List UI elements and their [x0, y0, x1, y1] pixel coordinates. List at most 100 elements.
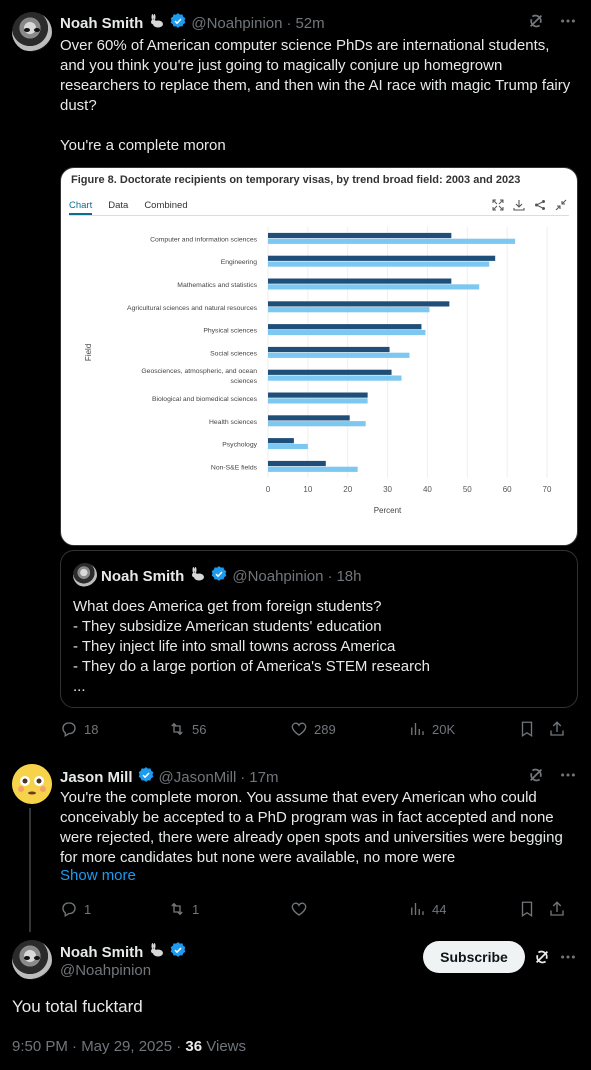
- tab-combined[interactable]: Combined: [144, 200, 187, 215]
- x-tick-label: 30: [383, 485, 392, 494]
- author-handle[interactable]: @Noahpinion: [191, 15, 282, 32]
- reply-button[interactable]: 1: [60, 900, 168, 918]
- views-icon: [411, 723, 424, 735]
- views-label: Views: [202, 1038, 247, 1055]
- post-datetime[interactable]: 9:50 PM · May 29, 2025 ·: [12, 1038, 185, 1055]
- category-label: Computer and information sciences: [150, 236, 258, 243]
- share-icon[interactable]: [534, 198, 546, 216]
- subscribe-button[interactable]: Subscribe: [423, 941, 525, 973]
- bookmark-button[interactable]: [518, 720, 548, 738]
- dot-separator: ·: [327, 568, 333, 585]
- chart-title: Figure 8. Doctorate recipients on tempor…: [71, 174, 521, 186]
- category-label: Engineering: [221, 259, 257, 266]
- post-time[interactable]: 52m: [295, 15, 324, 32]
- bar-2023: [268, 398, 368, 404]
- verified-badge-icon[interactable]: [169, 941, 187, 964]
- verified-badge-icon[interactable]: [169, 12, 187, 35]
- category-label: Non-S&E fields: [211, 464, 258, 471]
- reply-icon: [62, 902, 76, 917]
- avatar-eye: [34, 956, 40, 960]
- views-icon: [411, 903, 424, 915]
- rabbit-icon: [149, 942, 165, 963]
- post-header: Jason Mill @JasonMill · 17m: [60, 766, 278, 789]
- grok-icon[interactable]: [527, 12, 545, 35]
- post-jason[interactable]: Jason Mill @JasonMill · 17m You're the c…: [0, 752, 591, 932]
- bar-2003: [268, 438, 294, 444]
- repost-count: 1: [192, 901, 200, 917]
- like-count: 289: [314, 721, 336, 737]
- main-post-text: You total fucktard: [12, 997, 143, 1016]
- quote-avatar[interactable]: [73, 563, 97, 587]
- avatar[interactable]: [12, 12, 52, 52]
- collapse-icon[interactable]: [555, 198, 567, 216]
- author-name[interactable]: Jason Mill: [60, 769, 133, 786]
- chart-image[interactable]: Figure 8. Doctorate recipients on tempor…: [60, 167, 578, 546]
- category-label: sciences: [231, 378, 258, 385]
- tab-data[interactable]: Data: [108, 200, 128, 215]
- share-button[interactable]: [548, 900, 568, 918]
- avatar[interactable]: [12, 940, 52, 980]
- repost-icon: [171, 902, 183, 916]
- bar-2023: [268, 421, 366, 427]
- views-button[interactable]: 20K: [408, 720, 518, 738]
- reply-button[interactable]: 18: [60, 720, 168, 738]
- avatar[interactable]: [12, 764, 52, 804]
- bookmark-button[interactable]: [518, 900, 548, 918]
- x-tick-label: 60: [503, 485, 512, 494]
- like-button[interactable]: 289: [290, 720, 408, 738]
- repost-button[interactable]: 1: [168, 900, 290, 918]
- category-label: Health sciences: [209, 419, 258, 426]
- verified-badge-icon[interactable]: [137, 766, 155, 789]
- more-options-icon[interactable]: [559, 948, 577, 971]
- flushed-face-icon: [12, 764, 52, 804]
- share-button[interactable]: [548, 720, 568, 738]
- quote-time: 18h: [336, 568, 362, 585]
- category-label: Mathematics and statistics: [177, 282, 257, 289]
- show-more-link[interactable]: Show more: [60, 867, 136, 884]
- quoted-post[interactable]: Noah Smith @Noahpinion · 18h What does A…: [60, 550, 578, 708]
- more-options-icon[interactable]: [559, 12, 577, 35]
- author-name[interactable]: Noah Smith: [60, 944, 143, 961]
- author-handle[interactable]: @JasonMill: [159, 769, 237, 786]
- bar-2023: [268, 261, 490, 267]
- bookmark-icon: [521, 901, 533, 918]
- heart-icon: [291, 902, 307, 916]
- tab-chart[interactable]: Chart: [69, 200, 93, 215]
- post-actions: 1 1 44: [60, 900, 575, 918]
- more-options-icon[interactable]: [559, 766, 577, 789]
- y-axis-label: Field: [84, 344, 93, 361]
- bar-2023: [268, 375, 402, 381]
- bar-2003: [268, 392, 368, 398]
- bar-2003: [268, 415, 350, 421]
- post-header: Noah Smith @Noahpinion · 52m: [60, 12, 325, 35]
- views-button[interactable]: 44: [408, 900, 518, 918]
- rabbit-icon: [190, 566, 206, 587]
- x-axis-label: Percent: [374, 506, 402, 515]
- post-noah-1[interactable]: Noah Smith @Noahpinion · 52m Over 60% of…: [0, 0, 591, 752]
- views-count: 20K: [432, 721, 456, 737]
- header-icons: [527, 766, 577, 789]
- bar-2023: [268, 352, 410, 358]
- x-tick-label: 50: [463, 485, 472, 494]
- bar-2023: [268, 238, 516, 244]
- repost-button[interactable]: 56: [168, 720, 290, 738]
- author-handle[interactable]: @Noahpinion: [60, 962, 151, 979]
- grok-icon[interactable]: [533, 948, 551, 971]
- dot-separator: ·: [286, 15, 292, 32]
- expand-icon[interactable]: [492, 198, 504, 216]
- x-tick-label: 10: [303, 485, 312, 494]
- like-button[interactable]: [290, 900, 408, 918]
- chart-toolbar: [492, 198, 567, 216]
- quote-header: Noah Smith @Noahpinion · 18h: [101, 565, 362, 588]
- author-name[interactable]: Noah Smith: [60, 15, 143, 32]
- views-count: 36: [185, 1038, 203, 1055]
- bar-2003: [268, 460, 326, 467]
- post-text: You're the complete moron. You assume th…: [60, 789, 563, 866]
- grok-icon[interactable]: [527, 766, 545, 789]
- repost-icon: [171, 722, 183, 736]
- verified-badge-icon: [210, 565, 228, 588]
- download-icon[interactable]: [513, 198, 525, 216]
- post-time[interactable]: 17m: [249, 769, 278, 786]
- x-tick-label: 40: [423, 485, 432, 494]
- avatar-eye: [24, 28, 30, 32]
